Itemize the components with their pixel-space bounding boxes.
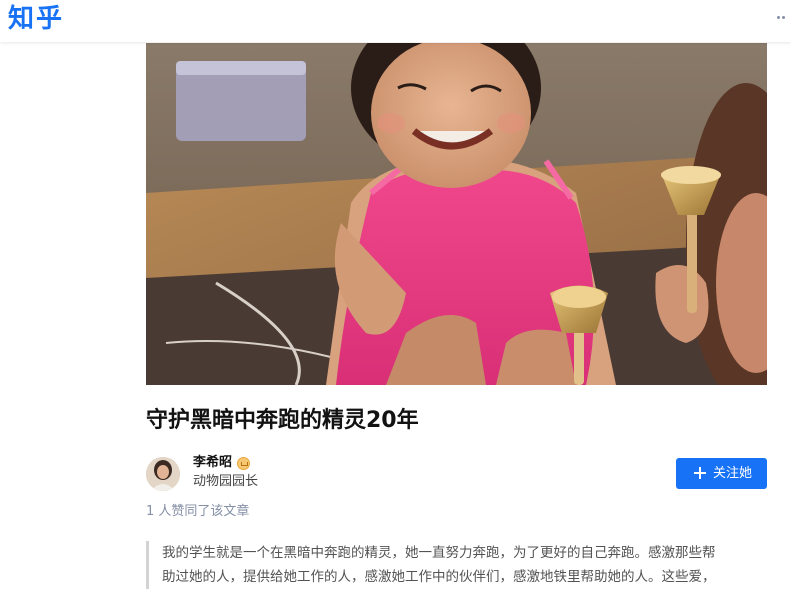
- author-avatar[interactable]: [146, 457, 180, 491]
- zhihu-logo[interactable]: 知乎: [8, 3, 64, 35]
- follow-button[interactable]: 关注她: [676, 458, 767, 489]
- article-quote: 我的学生就是一个在黑暗中奔跑的精灵，她一直努力奔跑，为了更好的自己奔跑。感激那些…: [146, 541, 767, 589]
- author-name[interactable]: 李希昭: [193, 454, 232, 472]
- certified-badge-icon: [237, 457, 250, 470]
- top-bar: 知乎: [0, 0, 791, 42]
- follow-button-label: 关注她: [713, 466, 753, 481]
- author-headline: 动物园园长: [193, 474, 259, 489]
- quote-line: 助过她的人，提供给她工作的人，感激她工作中的伙伴们，感激地铁里帮助她的人。这些爱…: [162, 569, 716, 585]
- cover-image: [146, 43, 767, 385]
- upvote-count: 1 人赞同了该文章: [146, 504, 250, 519]
- plus-icon: [694, 467, 706, 479]
- more-dots-icon[interactable]: [777, 10, 787, 24]
- article-title: 守护黑暗中奔跑的精灵20年: [146, 408, 419, 433]
- quote-line: 我的学生就是一个在黑暗中奔跑的精灵，她一直努力奔跑，为了更好的自己奔跑。感激那些…: [162, 545, 716, 561]
